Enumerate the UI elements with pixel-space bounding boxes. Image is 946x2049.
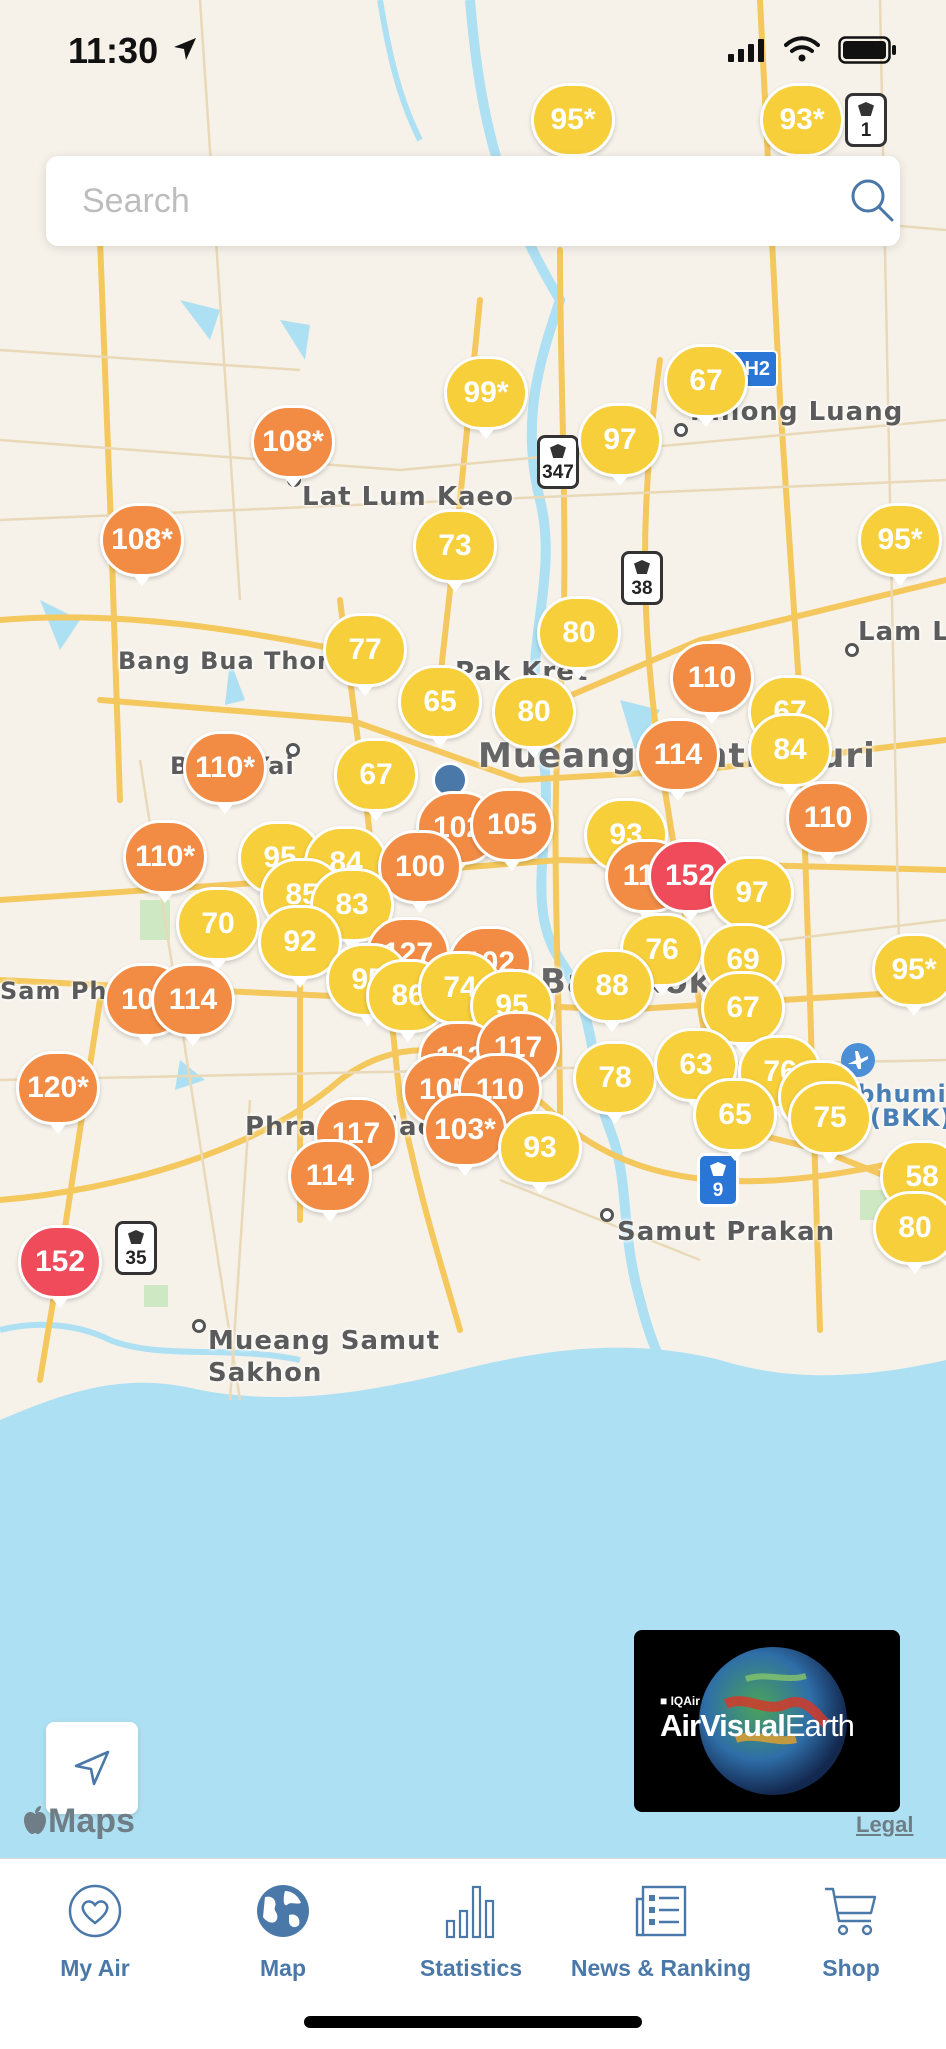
aqi-marker[interactable]: 88 [570,949,654,1032]
aqi-marker[interactable]: 108* [251,405,335,488]
aqi-marker[interactable]: 75 [788,1081,872,1164]
route-shield: 35 [115,1221,157,1275]
apple-maps-logo: Maps [22,1802,135,1841]
aqi-marker[interactable]: 152 [18,1225,102,1308]
aqi-marker[interactable]: 120* [16,1051,100,1134]
tab-statistics[interactable]: Statistics [376,1873,566,1983]
tab-label: Map [260,1955,306,1981]
iqair-brand: ■ IQAir [660,1694,700,1708]
place-label: Samut Prakan [617,1217,836,1247]
battery-icon [838,36,896,64]
aqi-marker[interactable]: 110* [183,731,267,814]
place-label: Bang Bua Thong [118,647,354,675]
aqi-marker[interactable]: 108* [100,503,184,586]
aqi-marker[interactable]: 114 [636,718,720,801]
place-label: Lat Lum Kaeo [302,482,515,512]
aqi-marker[interactable]: 99* [444,356,528,439]
aqi-marker[interactable]: 93 [498,1111,582,1194]
locate-me-button[interactable] [46,1722,138,1814]
bar-chart-icon [445,1885,495,1939]
aqi-marker[interactable]: 84 [748,713,832,796]
aqi-marker[interactable]: 80 [537,596,621,679]
aqi-marker[interactable]: 114 [288,1139,372,1222]
place-dot [286,743,300,757]
place-label: Sakhon [208,1358,323,1388]
aqi-marker[interactable]: 110 [786,781,870,864]
search-bar[interactable]: Search [46,156,900,246]
tab-my-air[interactable]: My Air [0,1873,190,1983]
legal-link[interactable]: Legal [856,1812,913,1838]
tab-label: My Air [60,1955,130,1981]
tab-news-ranking[interactable]: News & Ranking [566,1873,756,1983]
place-dot [674,423,688,437]
aqi-marker[interactable]: 110 [670,641,754,724]
place-dot [192,1319,206,1333]
aqi-marker[interactable]: 97 [710,856,794,939]
tab-map[interactable]: Map [188,1873,378,1983]
airvisual-earth-promo[interactable]: ■ IQAir AirVisualEarth [634,1630,900,1812]
location-arrow-icon [174,38,196,60]
aqi-marker[interactable]: 95* [858,503,942,586]
heart-icon [68,1884,122,1938]
news-icon [635,1885,687,1937]
aqi-marker[interactable]: 78 [573,1041,657,1124]
tab-shop[interactable]: Shop [756,1873,946,1983]
aqi-marker[interactable]: 97 [578,403,662,486]
place-label: Mueang Samut [208,1326,441,1356]
place-label: (BKK) [870,1104,946,1132]
place-dot [600,1208,614,1222]
wifi-icon [784,36,820,62]
aqi-marker[interactable]: 80 [492,675,576,758]
status-time: 11:30 [68,30,159,71]
route-shield: 347 [537,435,579,489]
home-indicator[interactable] [304,2016,642,2028]
aqi-marker[interactable]: 77 [323,613,407,696]
aqi-marker[interactable]: 65 [693,1078,777,1161]
tab-label: Statistics [419,1955,523,1981]
aqi-marker[interactable]: 80 [873,1191,946,1274]
search-input[interactable]: Search [82,182,190,221]
place-dot [845,643,859,657]
aqi-marker[interactable]: 114 [151,963,235,1046]
map-view[interactable]: Khlong Luang Lat Lum Kaeo Bang Bua Thong… [0,0,946,1858]
tab-label: Shop [822,1955,880,1981]
route-shield: 9 [697,1153,739,1207]
globe-icon [257,1885,309,1937]
promo-title: AirVisualEarth [660,1708,855,1743]
search-icon[interactable] [848,176,896,224]
cart-icon [825,1887,877,1936]
aqi-marker[interactable]: 67 [664,344,748,427]
tab-label: News & Ranking [570,1955,752,1981]
status-bar: 11:30 [0,0,946,104]
aqi-marker[interactable]: 105 [470,788,554,871]
navigation-arrow-icon [74,1750,110,1786]
apple-logo-icon [24,1806,46,1834]
aqi-marker[interactable]: 103* [423,1093,507,1176]
aqi-marker[interactable]: 65 [398,665,482,748]
aqi-marker[interactable]: 73 [413,509,497,592]
cellular-signal-icon [728,39,764,62]
aqi-marker[interactable]: 70 [176,887,260,970]
aqi-marker[interactable]: 95* [872,933,946,1016]
aqi-marker[interactable]: 67 [334,738,418,821]
place-label: Lam L [858,617,946,647]
route-shield: 38 [621,551,663,605]
aqi-marker[interactable]: 110* [123,820,207,903]
